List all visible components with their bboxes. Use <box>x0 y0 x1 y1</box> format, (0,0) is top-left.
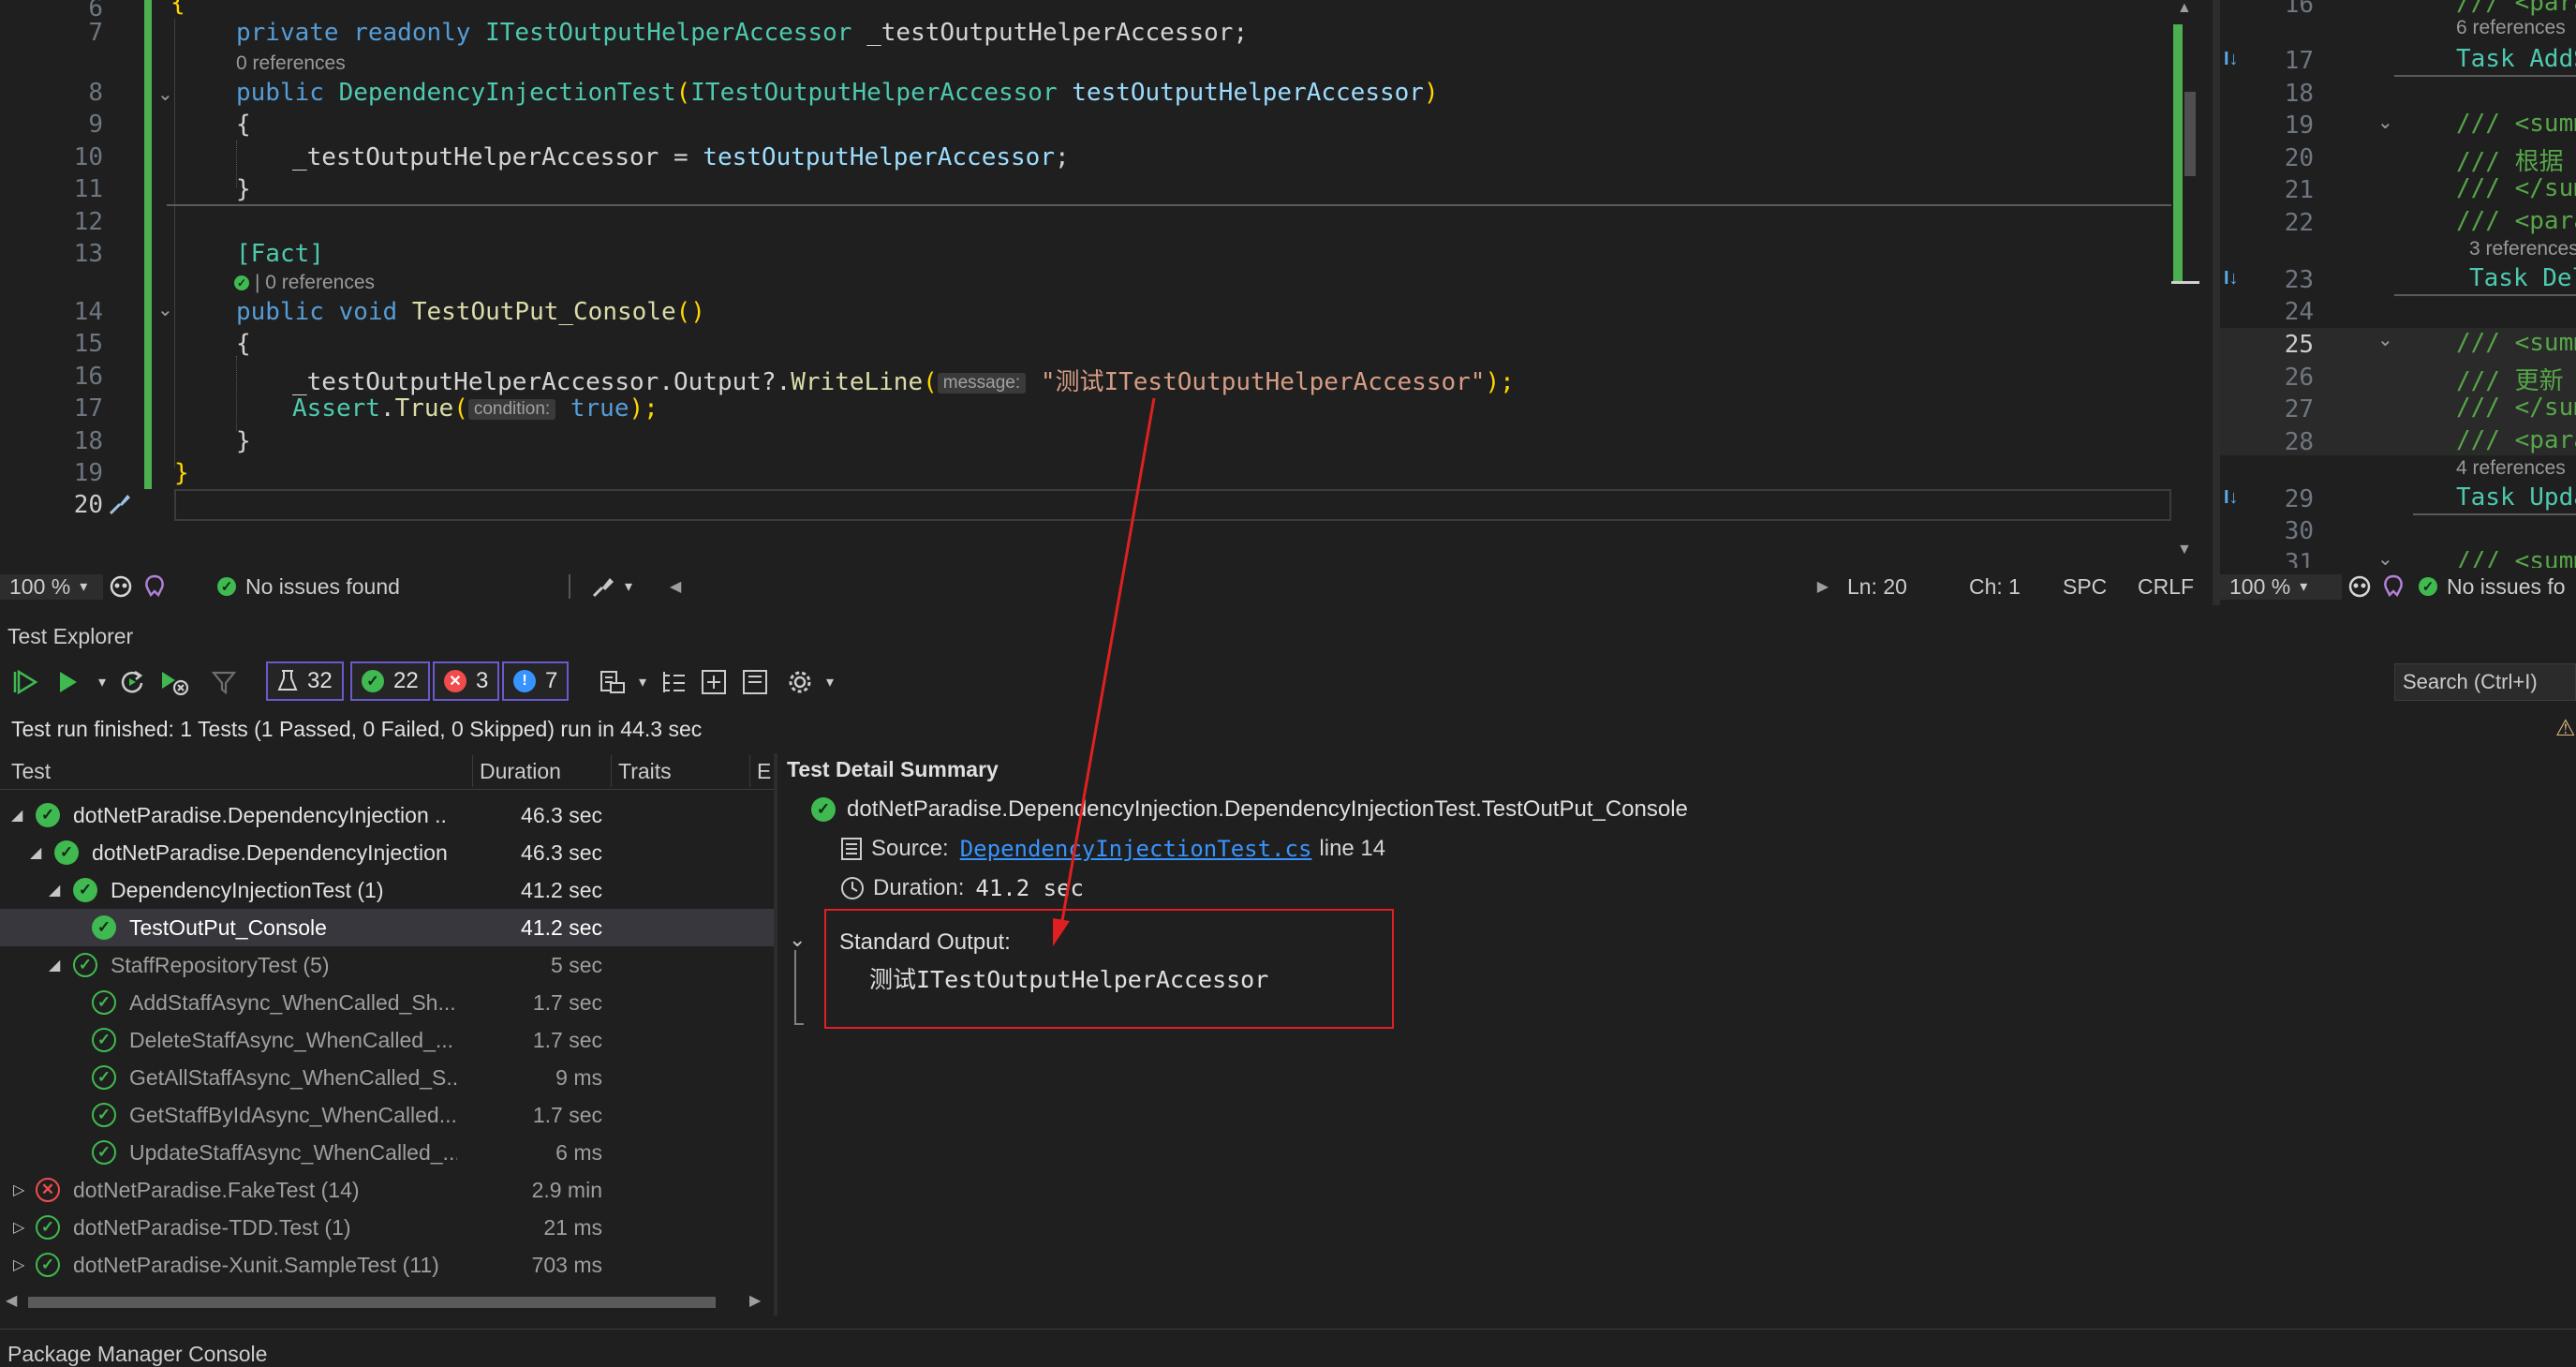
package-manager-console-tab[interactable]: Package Manager Console <box>7 1342 267 1367</box>
arrow-annotation <box>1053 397 1156 946</box>
bottom-tab-bar <box>0 1329 2576 1367</box>
